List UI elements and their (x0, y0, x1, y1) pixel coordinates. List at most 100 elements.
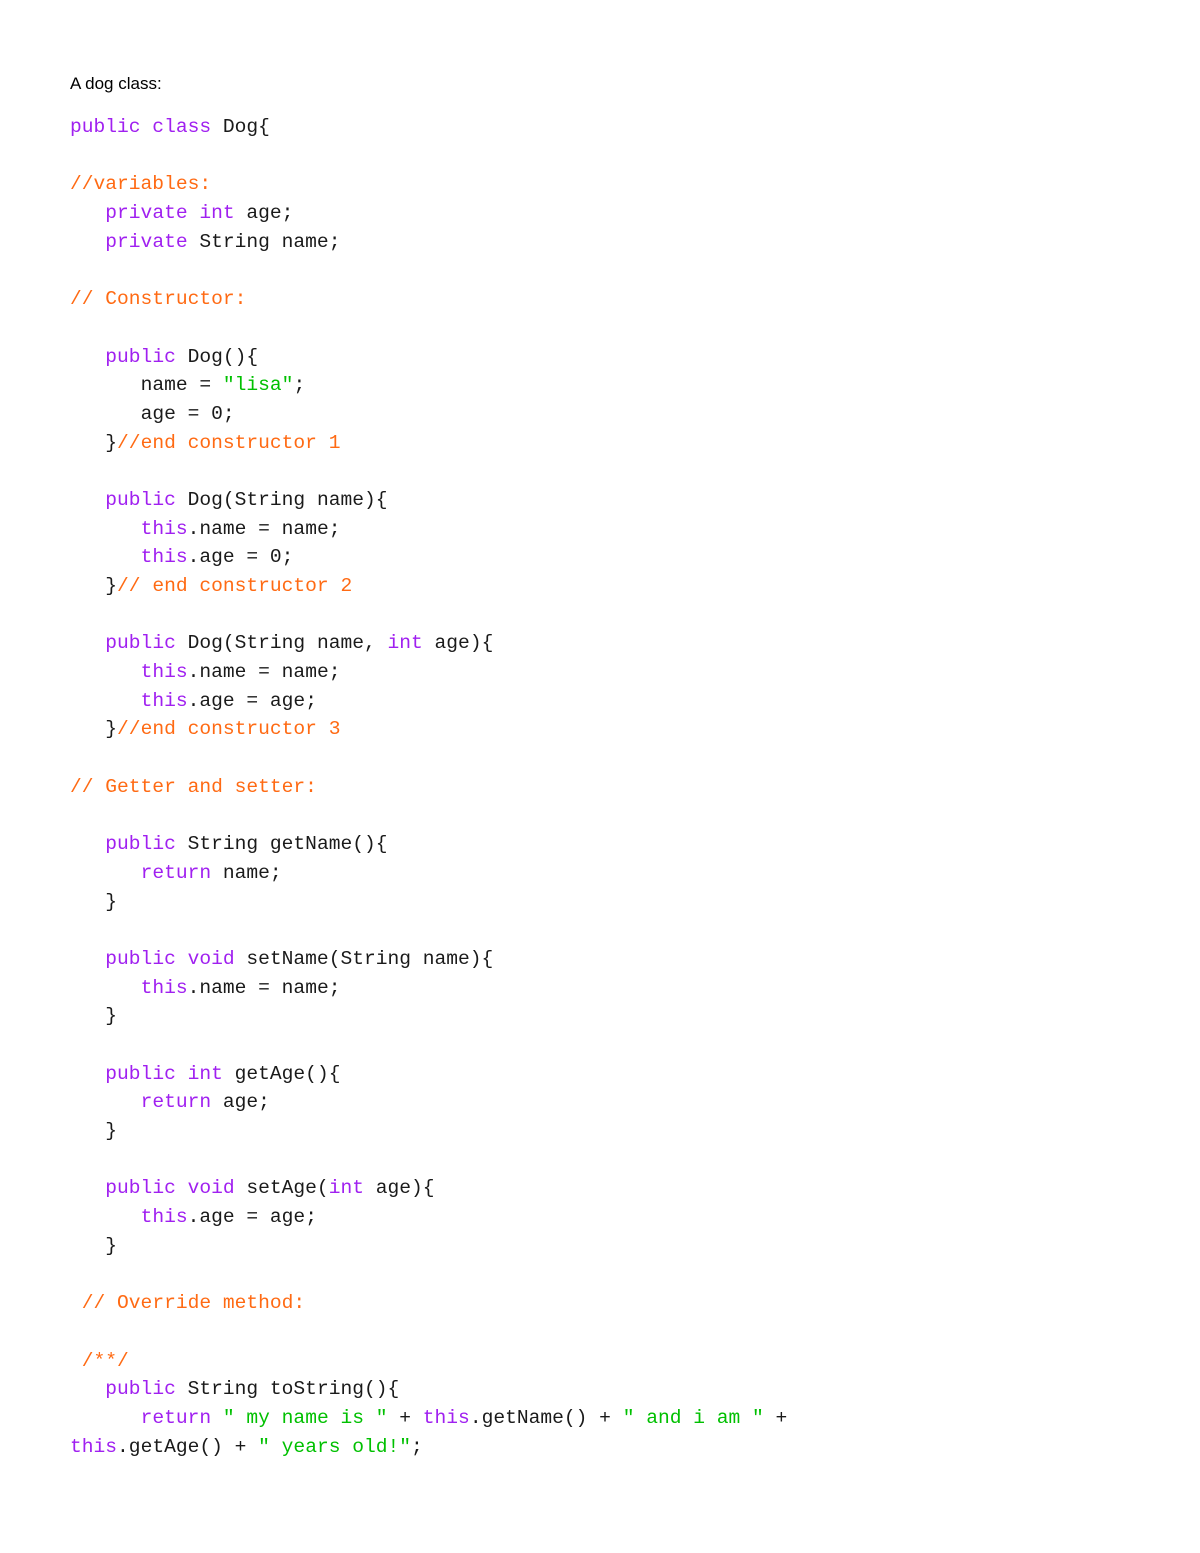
code-line: } (70, 1002, 787, 1031)
code-text: age){ (363, 1177, 435, 1200)
code-string: " my name is " (211, 1406, 388, 1429)
code-text: } (105, 1234, 118, 1257)
code-text: + (763, 1406, 788, 1429)
code-keyword: this (140, 661, 188, 684)
code-text: + (387, 1406, 423, 1429)
code-comment: // Constructor: (70, 288, 247, 311)
code-line: return age; (70, 1088, 787, 1117)
code-line: this.name = name; (70, 515, 787, 544)
code-line: this.name = name; (70, 974, 787, 1003)
code-text: .getAge() + (117, 1435, 259, 1458)
code-keyword: this (422, 1406, 470, 1429)
code-line: this.age = 0; (70, 543, 787, 572)
code-text: age; (234, 202, 294, 225)
code-keyword: public (105, 488, 176, 511)
code-string: " years old!" (258, 1435, 412, 1458)
code-line: /**/ (70, 1347, 787, 1376)
code-text: age){ (422, 632, 494, 655)
code-comment: // Override method: (81, 1292, 306, 1315)
code-text: .getName() + (469, 1406, 623, 1429)
code-line: public String toString(){ (70, 1375, 787, 1404)
code-text: } (105, 1120, 118, 1143)
code-text: .age = age; (187, 1206, 317, 1229)
code-line: private int age; (70, 199, 787, 228)
code-line: }//end constructor 1 (70, 429, 787, 458)
code-comment: // Getter and setter: (70, 775, 317, 798)
code-text: getAge(){ (222, 1062, 341, 1085)
code-keyword: return (140, 1091, 212, 1114)
code-comment: // end constructor 2 (117, 575, 353, 597)
code-keyword: this (140, 976, 188, 999)
code-keyword: private int (105, 202, 235, 225)
code-line: this.age = age; (70, 687, 787, 716)
code-block: public class Dog{ //variables: private i… (70, 113, 787, 1461)
code-text: .name = name; (187, 517, 341, 540)
document-heading: A dog class: (70, 74, 162, 93)
code-keyword: this (140, 1206, 188, 1229)
code-keyword: public void (105, 1177, 235, 1200)
code-keyword: this (140, 546, 188, 569)
code-line: } (70, 1117, 787, 1146)
code-keyword: this (140, 689, 188, 712)
code-line: public Dog(String name, int age){ (70, 629, 787, 658)
code-text: .age = age; (187, 689, 317, 712)
code-keyword: return (140, 861, 212, 884)
code-text: String getName(){ (175, 833, 388, 856)
code-text: .name = name; (187, 976, 341, 999)
code-text: ; (293, 374, 306, 397)
code-keyword: int (387, 632, 423, 655)
code-line: public Dog(){ (70, 343, 787, 372)
code-line: name = "lisa"; (70, 371, 787, 400)
code-keyword: public (105, 1378, 176, 1401)
code-line: }//end constructor 3 (70, 715, 787, 744)
code-text: Dog(){ (175, 345, 259, 368)
code-line: return " my name is " + this.getName() +… (70, 1404, 788, 1433)
code-line: // Constructor: (70, 285, 787, 314)
code-text: } (105, 718, 118, 741)
code-comment: //variables: (70, 173, 212, 196)
code-line: this.name = name; (70, 658, 787, 687)
code-line: public void setName(String name){ (70, 945, 787, 974)
code-line: age = 0; (70, 400, 787, 429)
code-line: // Getter and setter: (70, 773, 787, 802)
code-line: } (70, 1232, 787, 1261)
code-text: .age = 0; (187, 546, 294, 569)
code-line: //variables: (70, 170, 787, 199)
code-string: "lisa" (222, 374, 294, 397)
code-keyword: public int (105, 1062, 223, 1085)
code-text: String name; (187, 230, 341, 253)
code-line: public void setAge(int age){ (70, 1174, 787, 1203)
code-line: public class Dog{ (70, 113, 787, 142)
code-text: setAge( (234, 1177, 329, 1200)
code-line: public String getName(){ (70, 830, 787, 859)
code-text: } (105, 890, 118, 913)
code-text: .name = name; (187, 661, 341, 684)
code-keyword: public (105, 833, 176, 856)
